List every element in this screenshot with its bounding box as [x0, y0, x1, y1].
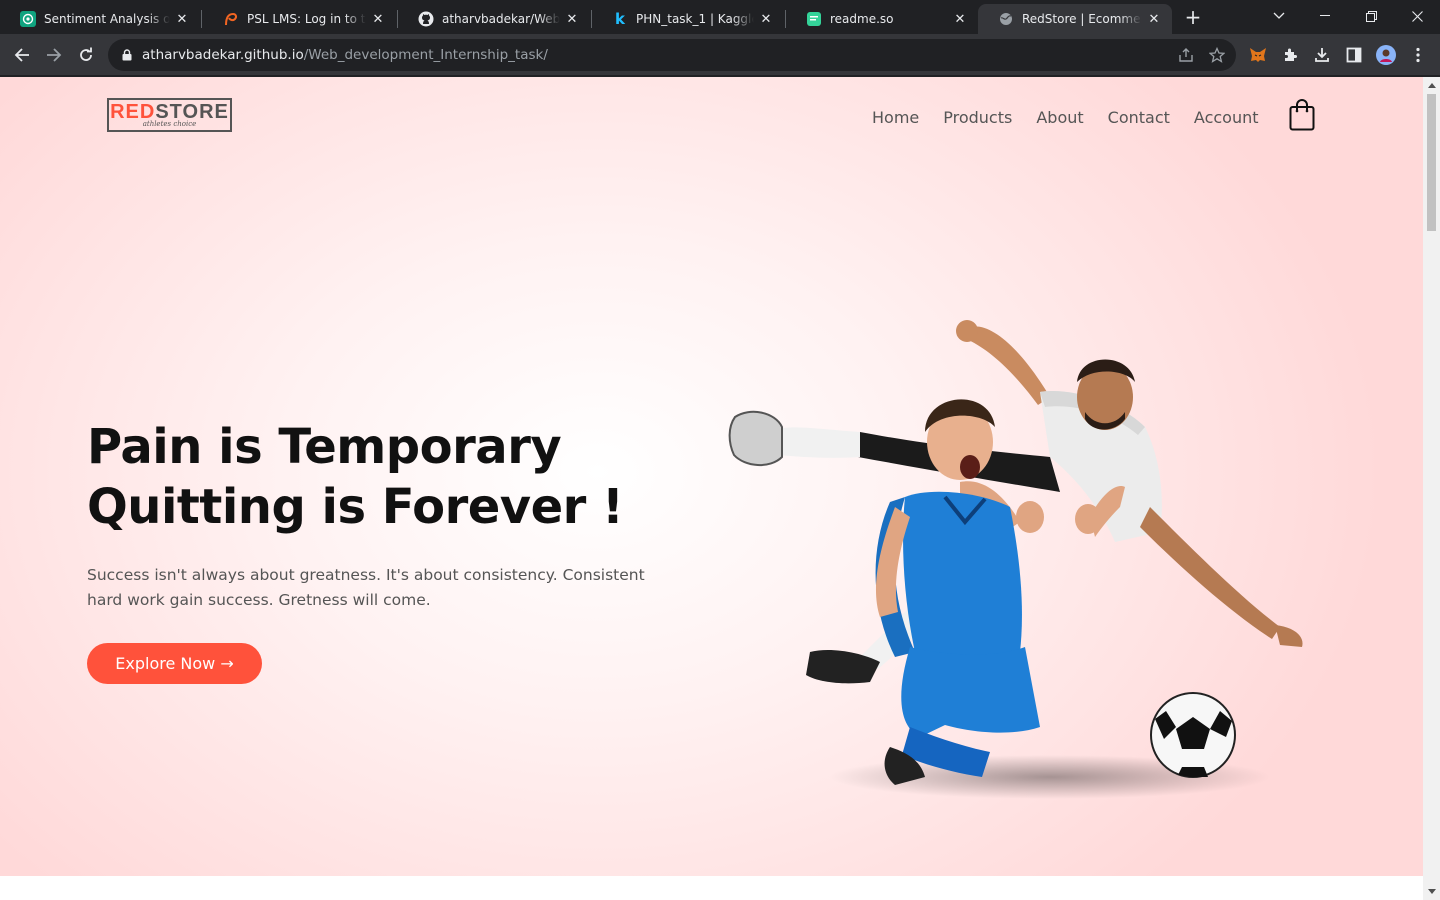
- side-panel-icon[interactable]: [1344, 45, 1364, 65]
- url-host: atharvbadekar.github.io: [142, 47, 304, 63]
- restore-icon: [1365, 10, 1377, 22]
- lock-icon[interactable]: [120, 48, 134, 62]
- scroll-up-arrow-icon[interactable]: [1423, 77, 1440, 94]
- logo-tagline: athletes choice: [142, 120, 197, 128]
- football-ball: [1150, 692, 1236, 778]
- hero-football-players-image: [728, 320, 1303, 799]
- tab-readme[interactable]: readme.so ✕: [786, 4, 978, 34]
- cart-icon[interactable]: [1289, 99, 1315, 131]
- nav-account[interactable]: Account: [1194, 108, 1259, 127]
- close-icon: [1411, 10, 1423, 22]
- profile-avatar[interactable]: [1376, 45, 1396, 65]
- reload-button[interactable]: [72, 41, 100, 69]
- nav-products[interactable]: Products: [943, 108, 1012, 127]
- kaggle-icon: k: [615, 10, 625, 28]
- arrow-left-icon: [14, 48, 29, 62]
- forward-button[interactable]: [40, 41, 68, 69]
- close-icon[interactable]: ✕: [564, 11, 580, 27]
- close-icon[interactable]: ✕: [1146, 11, 1162, 27]
- tab-title: Sentiment Analysis of Ar: [44, 12, 170, 26]
- address-bar[interactable]: atharvbadekar.github.io/Web_development_…: [108, 39, 1236, 71]
- hero-headline-line1: Pain is Temporary: [87, 419, 562, 475]
- close-icon[interactable]: ✕: [758, 11, 774, 27]
- close-icon[interactable]: ✕: [370, 11, 386, 27]
- close-icon[interactable]: ✕: [174, 11, 190, 27]
- logo-wordmark: REDSTORE: [110, 101, 229, 123]
- hero-subtext: Success isn't always about greatness. It…: [87, 566, 645, 609]
- scroll-down-arrow-icon[interactable]: [1423, 883, 1440, 900]
- nav-home[interactable]: Home: [872, 108, 919, 127]
- star-icon[interactable]: [1208, 46, 1226, 64]
- tab-title: PSL LMS: Log in to the si: [247, 12, 366, 26]
- tab-title: RedStore | Ecommerce W: [1022, 12, 1142, 26]
- tab-separator: [201, 10, 202, 28]
- hero-headline-line2: Quitting is Forever !: [87, 479, 624, 535]
- psl-icon: [223, 11, 239, 27]
- tab-search-button[interactable]: [1256, 0, 1302, 32]
- tab-redstore[interactable]: RedStore | Ecommerce W ✕: [978, 4, 1172, 34]
- openai-icon: [20, 11, 36, 27]
- close-window-button[interactable]: [1394, 0, 1440, 32]
- url-path: /Web_development_Internship_task/: [303, 47, 548, 63]
- tab-sentiment[interactable]: Sentiment Analysis of Ar ✕: [0, 4, 200, 34]
- hero-headline: Pain is Temporary Quitting is Forever !: [87, 417, 624, 537]
- globe-icon: [998, 11, 1014, 27]
- scrollbar-thumb[interactable]: [1427, 94, 1436, 231]
- restore-button[interactable]: [1348, 0, 1394, 32]
- main-nav: Home Products About Contact Account: [872, 108, 1283, 127]
- nav-contact[interactable]: Contact: [1108, 108, 1170, 127]
- github-icon: [418, 11, 434, 27]
- tab-title: atharvbadekar/Web_dev: [442, 12, 560, 26]
- page-viewport: REDSTORE athletes choice Home Products A…: [0, 77, 1423, 900]
- metamask-icon[interactable]: [1248, 45, 1268, 65]
- minimize-button[interactable]: [1302, 0, 1348, 32]
- redstore-logo[interactable]: REDSTORE athletes choice: [107, 98, 232, 132]
- tab-strip: Sentiment Analysis of Ar ✕ PSL LMS: Log …: [0, 0, 1440, 34]
- menu-icon[interactable]: [1408, 45, 1428, 65]
- new-tab-button[interactable]: +: [1181, 6, 1205, 30]
- nav-about[interactable]: About: [1036, 108, 1083, 127]
- minimize-icon: [1320, 15, 1330, 16]
- chevron-down-icon: [1273, 12, 1285, 19]
- readme-icon: [806, 11, 822, 27]
- tab-github[interactable]: atharvbadekar/Web_dev ✕: [398, 4, 590, 34]
- explore-now-button[interactable]: Explore Now →: [87, 643, 262, 684]
- download-icon[interactable]: [1312, 45, 1332, 65]
- browser-toolbar: atharvbadekar.github.io/Web_development_…: [0, 34, 1440, 76]
- tab-kaggle[interactable]: k PHN_task_1 | Kaggle ✕: [592, 4, 784, 34]
- tab-psl-lms[interactable]: PSL LMS: Log in to the si ✕: [203, 4, 396, 34]
- next-section-edge: [0, 876, 1423, 900]
- reload-icon: [80, 47, 92, 61]
- url-text: atharvbadekar.github.io/Web_development_…: [142, 47, 548, 63]
- close-icon[interactable]: ✕: [952, 11, 968, 27]
- tab-title: readme.so: [830, 12, 894, 26]
- extensions-icon[interactable]: [1280, 45, 1300, 65]
- tab-title: PHN_task_1 | Kaggle: [636, 12, 754, 26]
- share-icon[interactable]: [1177, 46, 1195, 64]
- arrow-right-icon: [47, 48, 62, 62]
- vertical-scrollbar[interactable]: [1423, 77, 1440, 900]
- back-button[interactable]: [8, 41, 36, 69]
